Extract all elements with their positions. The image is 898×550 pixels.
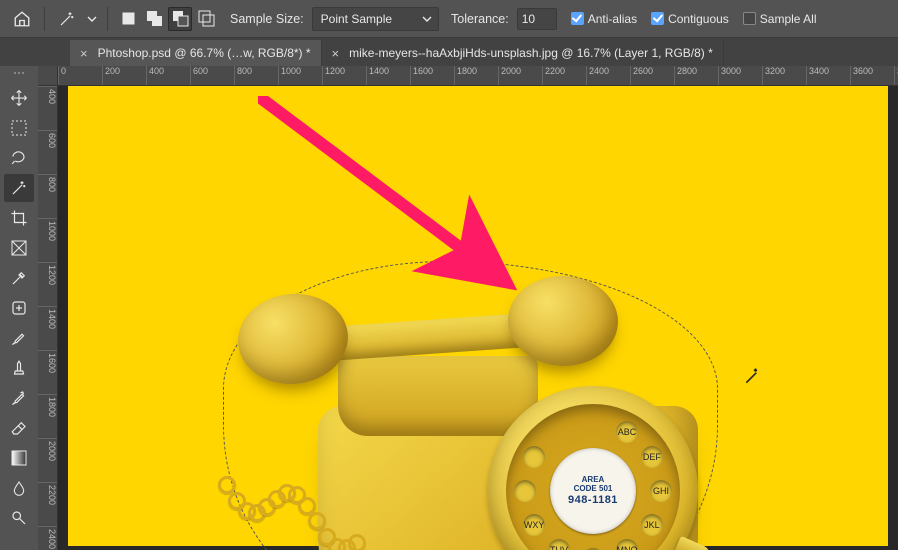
close-icon[interactable]: × (80, 46, 88, 61)
document-tabs: × Phtoshop.psd @ 66.7% (…w, RGB/8*) * × … (0, 38, 898, 66)
document-tab[interactable]: × Phtoshop.psd @ 66.7% (…w, RGB/8*) * (70, 40, 322, 66)
sample-all-checkbox[interactable]: Sample All (743, 12, 817, 26)
ruler-horizontal[interactable]: 0200400600800100012001400160018002000220… (58, 66, 898, 86)
ruler-vertical[interactable]: 4006008001000120014001600180020002200240… (38, 86, 58, 550)
eraser-tool[interactable] (4, 414, 34, 442)
divider (44, 7, 45, 31)
history-brush-tool[interactable] (4, 384, 34, 412)
clone-stamp-tool[interactable] (4, 354, 34, 382)
selection-new[interactable] (116, 7, 140, 31)
dodge-tool[interactable] (4, 504, 34, 532)
eyedropper-tool[interactable] (4, 264, 34, 292)
home-button[interactable] (8, 5, 36, 33)
move-tool[interactable] (4, 84, 34, 112)
magic-wand-tool[interactable] (4, 174, 34, 202)
blur-tool[interactable] (4, 474, 34, 502)
sample-size-dropdown[interactable]: Point Sample (312, 7, 439, 31)
divider (107, 7, 108, 31)
frame-tool[interactable] (4, 234, 34, 262)
selection-intersect[interactable] (194, 7, 218, 31)
document-tab[interactable]: × mike-meyers--haAxbjiHds-unsplash.jpg @… (322, 40, 724, 66)
selection-subtract[interactable] (168, 7, 192, 31)
selection-add[interactable] (142, 7, 166, 31)
tolerance-label: Tolerance: (451, 12, 509, 26)
ruler-origin[interactable] (38, 66, 58, 86)
crop-tool[interactable] (4, 204, 34, 232)
healing-brush-tool[interactable] (4, 294, 34, 322)
selection-mode-group (116, 7, 218, 31)
main-area: 0200400600800100012001400160018002000220… (0, 66, 898, 550)
magic-wand-icon[interactable] (53, 5, 81, 33)
tool-preset-chevron[interactable] (85, 5, 99, 33)
cursor-indicator (743, 366, 763, 386)
contiguous-label: Contiguous (668, 12, 729, 26)
gradient-tool[interactable] (4, 444, 34, 472)
contiguous-checkbox[interactable]: Contiguous (651, 12, 729, 26)
options-bar: Sample Size: Point Sample Tolerance: Ant… (0, 0, 898, 38)
checkbox-icon (571, 12, 584, 25)
sample-all-label: Sample All (760, 12, 817, 26)
canvas-area[interactable]: 0200400600800100012001400160018002000220… (38, 66, 898, 550)
dial-center-label: AREA CODE 501 948-1181 (550, 448, 636, 534)
tab-label: Phtoshop.psd @ 66.7% (…w, RGB/8*) * (98, 46, 311, 60)
panel-grip[interactable] (9, 72, 29, 78)
sample-size-label: Sample Size: (230, 12, 304, 26)
lasso-tool[interactable] (4, 144, 34, 172)
anti-alias-label: Anti-alias (588, 12, 637, 26)
telephone-image: ABCDEFGHIJKLMNOPRSTUVWXY AREA CODE 501 9… (238, 276, 758, 550)
tool-panel (0, 66, 38, 550)
anti-alias-checkbox[interactable]: Anti-alias (571, 12, 637, 26)
close-icon[interactable]: × (332, 46, 340, 61)
checkbox-icon (743, 12, 756, 25)
document-canvas[interactable]: ABCDEFGHIJKLMNOPRSTUVWXY AREA CODE 501 9… (68, 86, 888, 546)
sample-size-value: Point Sample (321, 12, 392, 26)
brush-tool[interactable] (4, 324, 34, 352)
tolerance-input[interactable] (517, 8, 557, 30)
checkbox-icon (651, 12, 664, 25)
marquee-tool[interactable] (4, 114, 34, 142)
tab-label: mike-meyers--haAxbjiHds-unsplash.jpg @ 1… (349, 46, 713, 60)
chevron-down-icon (422, 14, 432, 24)
